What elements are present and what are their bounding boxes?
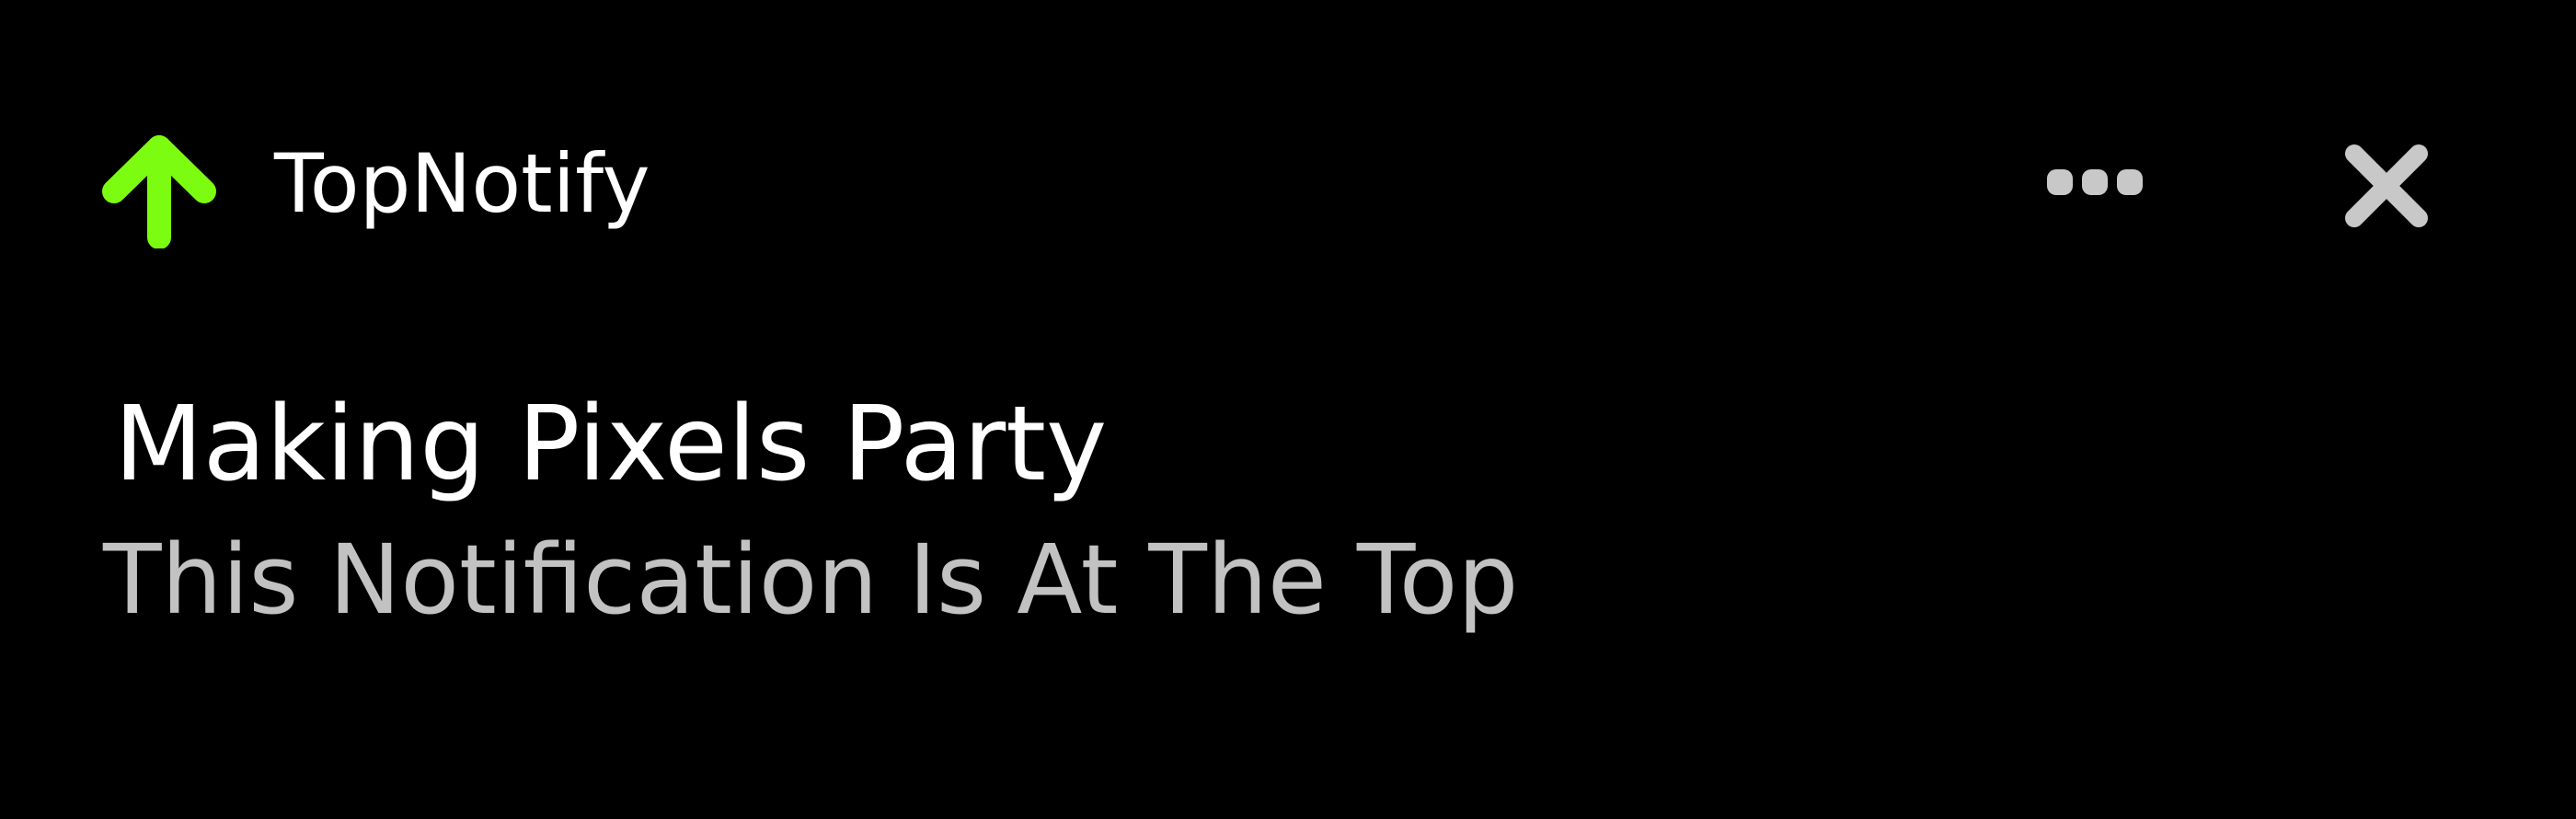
notification-card[interactable]: TopNotify Making Pixels Party This Notif…: [0, 0, 2576, 819]
notification-title: Making Pixels Party: [114, 385, 1108, 504]
more-options-button[interactable]: [2042, 156, 2153, 212]
close-button[interactable]: [2342, 142, 2431, 230]
more-horizontal-icon: [2047, 169, 2143, 195]
close-icon: [2345, 144, 2428, 227]
arrow-up-icon: [99, 129, 219, 249]
app-name: TopNotify: [274, 136, 650, 231]
notification-body: This Notification Is At The Top: [103, 524, 1519, 636]
